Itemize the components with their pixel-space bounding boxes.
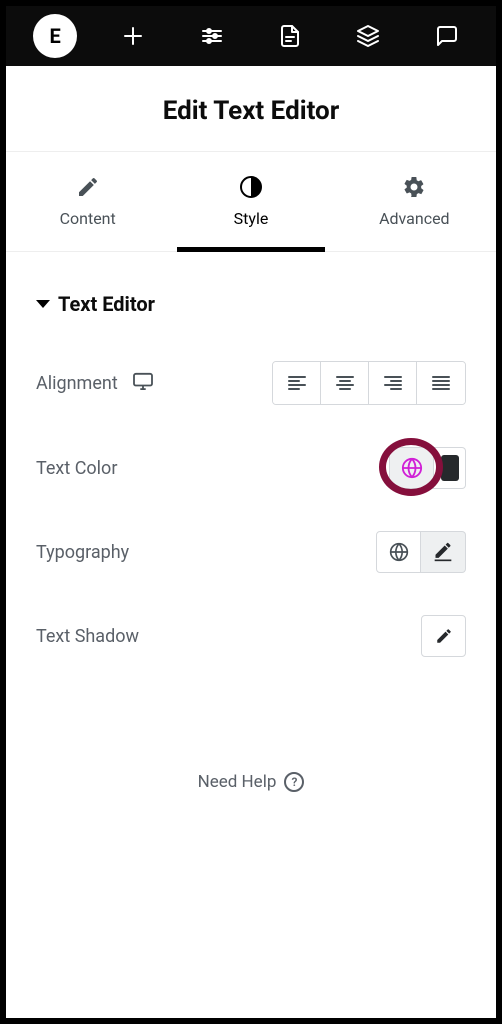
tab-content-label: Content	[60, 209, 116, 228]
pencil-icon	[435, 627, 453, 645]
sliders-icon	[200, 24, 224, 48]
help-label: Need Help	[198, 772, 277, 792]
color-picker-button[interactable]	[434, 447, 466, 489]
style-panel: Text Editor Alignment Text Color	[6, 252, 496, 792]
text-color-control	[389, 447, 466, 489]
align-right-icon	[384, 376, 402, 390]
alignment-label-text: Alignment	[36, 373, 118, 394]
tab-advanced-label: Advanced	[379, 209, 450, 228]
align-left-button[interactable]	[273, 362, 321, 404]
layers-icon	[356, 24, 380, 48]
text-color-row: Text Color	[36, 447, 466, 489]
tab-bar: Content Style Advanced	[6, 152, 496, 252]
top-toolbar: E	[6, 6, 496, 66]
plus-icon	[121, 24, 145, 48]
alignment-group	[272, 361, 466, 405]
align-right-button[interactable]	[369, 362, 417, 404]
page-title: Edit Text Editor	[6, 66, 496, 152]
document-button[interactable]	[251, 6, 329, 66]
align-left-icon	[288, 376, 306, 390]
global-typography-button[interactable]	[376, 531, 421, 573]
layers-button[interactable]	[329, 6, 407, 66]
tab-style[interactable]: Style	[169, 152, 332, 251]
logo-badge: E	[33, 14, 77, 58]
add-button[interactable]	[94, 6, 172, 66]
typography-control	[376, 531, 466, 573]
logo-button[interactable]: E	[16, 6, 94, 66]
text-shadow-edit-button[interactable]	[421, 615, 466, 657]
document-icon	[278, 24, 302, 48]
chevron-down-icon	[36, 300, 50, 308]
pencil-icon	[76, 175, 100, 199]
alignment-row: Alignment	[36, 361, 466, 405]
settings-button[interactable]	[173, 6, 251, 66]
align-center-button[interactable]	[321, 362, 369, 404]
text-shadow-label: Text Shadow	[36, 626, 139, 647]
text-shadow-row: Text Shadow	[36, 615, 466, 657]
logo-letter: E	[50, 24, 61, 48]
alignment-label: Alignment	[36, 372, 154, 395]
align-justify-button[interactable]	[417, 362, 465, 404]
align-justify-icon	[432, 376, 450, 390]
globe-icon	[389, 542, 409, 562]
chat-icon	[435, 24, 459, 48]
color-swatch	[441, 455, 459, 481]
tab-content[interactable]: Content	[6, 152, 169, 251]
typography-row: Typography	[36, 531, 466, 573]
section-toggle[interactable]: Text Editor	[36, 292, 466, 316]
globe-icon	[401, 457, 423, 479]
text-color-label: Text Color	[36, 458, 117, 479]
tab-advanced[interactable]: Advanced	[333, 152, 496, 251]
pencil-underline-icon	[433, 542, 453, 562]
comments-button[interactable]	[408, 6, 486, 66]
typography-edit-button[interactable]	[421, 531, 466, 573]
tab-style-label: Style	[234, 209, 269, 228]
global-color-button[interactable]	[389, 447, 434, 489]
responsive-icon[interactable]	[132, 372, 154, 395]
section-title: Text Editor	[58, 292, 155, 316]
typography-label: Typography	[36, 542, 129, 563]
align-center-icon	[336, 376, 354, 390]
help-glyph: ?	[291, 775, 297, 789]
help-link[interactable]: Need Help ?	[36, 772, 466, 792]
half-circle-icon	[239, 175, 263, 199]
gear-icon	[402, 175, 426, 199]
help-icon: ?	[284, 772, 304, 792]
